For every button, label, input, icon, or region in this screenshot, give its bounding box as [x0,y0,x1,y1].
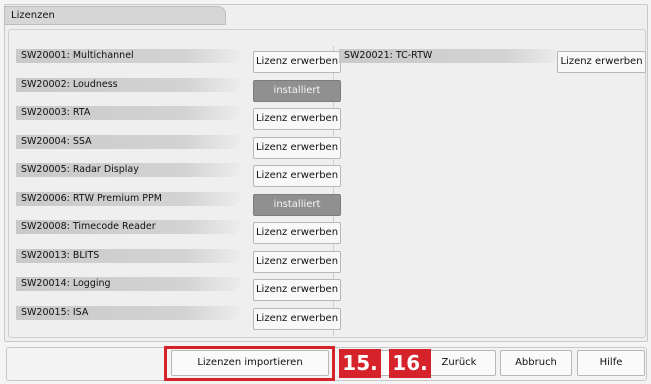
license-row: SW20001: Multichannel Lizenz erwerben [16,44,341,73]
buy-license-button[interactable]: Lizenz erwerben [253,250,341,273]
license-label: SW20014: Logging [16,277,240,291]
license-row: SW20002: Loudness installiert [16,73,341,102]
license-label: SW20002: Loudness [16,77,240,92]
import-highlight-box [164,346,335,381]
license-row: SW20008: Timecode Reader Lizenz erwerben [16,215,341,244]
help-button[interactable]: Hilfe [577,350,645,376]
buy-license-button[interactable]: Lizenz erwerben [253,279,341,301]
buy-license-button[interactable]: Lizenz erwerben [557,51,646,73]
license-row: SW20014: Logging Lizenz erwerben [16,272,341,301]
license-label: SW20015: ISA [16,305,240,320]
buy-license-button[interactable]: Lizenz erwerben [253,307,341,330]
buy-license-button[interactable]: Lizenz erwerben [253,51,341,73]
buy-license-button[interactable]: Lizenz erwerben [253,136,341,159]
license-label: SW20001: Multichannel [16,49,240,63]
licenses-left-column: SW20001: Multichannel Lizenz erwerben SW20… [16,44,341,330]
step-badge-15: 15. [339,349,381,378]
buy-license-button[interactable]: Lizenz erwerben [253,108,341,130]
licenses-right-column: SW20021: TC-RTW Lizenz erwerben [339,44,646,73]
license-label: SW20004: SSA [16,134,240,149]
license-row: SW20006: RTW Premium PPM installiert [16,187,341,216]
license-label: SW20008: Timecode Reader [16,220,240,234]
installed-status-button: installiert [253,79,341,102]
license-row: SW20003: RTA Lizenz erwerben [16,101,341,130]
license-row: SW20013: BLITS Lizenz erwerben [16,244,341,273]
license-label: SW20021: TC-RTW [339,49,559,63]
panel-tab-title: Lizenzen [4,6,226,25]
license-row: SW20021: TC-RTW Lizenz erwerben [339,44,646,73]
abort-button[interactable]: Abbruch [500,350,572,376]
step-badge-16: 16. [389,349,431,378]
buy-license-button[interactable]: Lizenz erwerben [253,222,341,244]
license-label: SW20006: RTW Premium PPM [16,191,240,206]
license-row: SW20015: ISA Lizenz erwerben [16,301,341,330]
license-label: SW20005: Radar Display [16,163,240,177]
license-row: SW20005: Radar Display Lizenz erwerben [16,158,341,187]
license-label: SW20003: RTA [16,106,240,120]
back-button[interactable]: Zurück [422,350,496,376]
buy-license-button[interactable]: Lizenz erwerben [253,165,341,187]
license-label: SW20013: BLITS [16,248,240,263]
installed-status-button: installiert [253,193,341,216]
license-row: SW20004: SSA Lizenz erwerben [16,130,341,159]
